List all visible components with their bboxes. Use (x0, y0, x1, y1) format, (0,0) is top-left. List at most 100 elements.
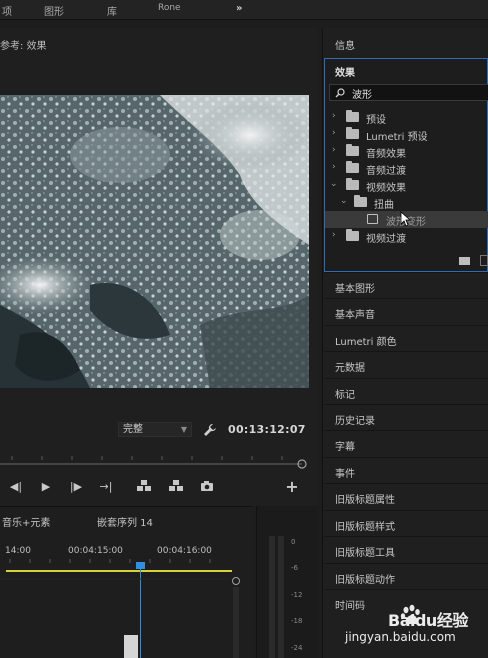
program-monitor: 参考: 效果 完整 ▼ 00:13:12:07 ◀| ▶ |▶ →| + (0, 28, 318, 506)
meter-label: -12 (291, 591, 303, 599)
panel-label: 历史记录 (335, 416, 375, 427)
audio-meter: 0 -6 -12 -18 -24 (256, 506, 318, 658)
more-workspaces-icon[interactable]: » (236, 3, 242, 14)
play-icon[interactable]: ▶ (38, 478, 54, 494)
baidu-watermark: Baidu经验 jingyan.baidu.com (340, 604, 488, 658)
new-item-icon[interactable] (480, 255, 488, 266)
add-button-icon[interactable]: + (284, 477, 300, 496)
go-to-out-icon[interactable]: →| (98, 478, 114, 494)
tree-item-video-effects[interactable]: ⌄ 视频效果 (325, 177, 488, 194)
timeline-ruler[interactable] (0, 559, 252, 658)
insert-icon[interactable] (136, 478, 152, 494)
monitor-title: 参考: 效果 (0, 41, 47, 52)
panel-essential-graphics[interactable]: 基本图形 (324, 272, 488, 298)
panel-history[interactable]: 历史记录 (324, 404, 488, 430)
chevron-right-icon: › (332, 162, 336, 172)
panel-events[interactable]: 事件 (324, 457, 488, 483)
mouse-cursor-icon (400, 211, 412, 227)
effect-icon (367, 214, 378, 224)
timeline-tab-nested-sequence[interactable]: 嵌套序列 14 (97, 514, 153, 529)
panel-metadata[interactable]: 元数据 (324, 351, 488, 377)
folder-icon (346, 127, 359, 139)
panel-label: 事件 (335, 469, 355, 480)
time-mark: 00:04:15:00 (68, 546, 123, 556)
panel-label: 基本图形 (335, 284, 375, 295)
tree-item-audio-effects[interactable]: › 音频效果 (325, 143, 488, 160)
panel-label: 字幕 (335, 442, 355, 453)
panel-label: 元数据 (335, 363, 365, 374)
info-panel-title[interactable]: 信息 (335, 37, 355, 52)
effects-panel-title[interactable]: 效果 (335, 64, 355, 79)
chevron-right-icon: › (332, 145, 336, 155)
overwrite-icon[interactable] (168, 478, 184, 494)
panel-label: 旧版标题动作 (335, 575, 395, 586)
meter-channel-right (278, 536, 284, 658)
chevron-right-icon: › (332, 128, 336, 138)
meter-label: 0 (291, 538, 296, 546)
tree-item-presets[interactable]: › 预设 (325, 109, 488, 126)
meter-label: -18 (291, 617, 303, 625)
tree-item-label: 视频效果 (366, 183, 406, 194)
panel-label: 标记 (335, 390, 355, 401)
panel-label: 基本声音 (335, 310, 375, 321)
tree-item-label: 音频效果 (366, 149, 406, 160)
folder-icon (346, 178, 359, 190)
search-query: 波形 (352, 90, 372, 101)
tree-item-wave-warp[interactable]: 波形变形 (325, 211, 488, 228)
watermark-brand: Baidu经验 (388, 611, 468, 630)
panel-legacy-title-actions[interactable]: 旧版标题动作 (324, 563, 488, 589)
folder-icon (354, 195, 367, 207)
panel-label: 旧版标题工具 (335, 548, 395, 559)
panel-legacy-title-styles[interactable]: 旧版标题样式 (324, 510, 488, 536)
menu-item-project[interactable]: 项 (2, 3, 12, 18)
watermark-url: jingyan.baidu.com (345, 630, 456, 644)
panel-label: 旧版标题样式 (335, 522, 395, 533)
folder-icon (346, 144, 359, 156)
tree-item-label: Lumetri 预设 (366, 132, 428, 143)
menu-item-libraries[interactable]: 库 (107, 3, 117, 18)
panel-label: Lumetri 颜色 (335, 337, 397, 348)
fit-dropdown[interactable]: 完整 ▼ (118, 422, 192, 437)
chevron-down-icon: ⌄ (330, 179, 338, 189)
tree-item-audio-transitions[interactable]: › 音频过渡 (325, 160, 488, 177)
chevron-right-icon: › (332, 111, 336, 121)
transport-controls: ◀| ▶ |▶ →| + (0, 477, 310, 496)
panel-legacy-title-properties[interactable]: 旧版标题属性 (324, 483, 488, 509)
meter-channel-left (269, 536, 275, 658)
timeline-panel: 音乐+元素 嵌套序列 14 14:00 00:04:15:00 00:04:16… (0, 506, 252, 658)
meter-label: -6 (291, 564, 298, 572)
tree-item-label: 视频过渡 (366, 234, 406, 245)
tree-item-video-transitions[interactable]: › 视频过渡 (325, 228, 488, 245)
meter-label: -24 (291, 644, 303, 652)
camera-icon[interactable] (199, 478, 215, 494)
panel-captions[interactable]: 字幕 (324, 430, 488, 456)
fit-value: 完整 (123, 424, 143, 435)
folder-icon (346, 110, 359, 122)
tree-item-lumetri-presets[interactable]: › Lumetri 预设 (325, 126, 488, 143)
panel-markers[interactable]: 标记 (324, 378, 488, 404)
folder-icon (346, 229, 359, 241)
panel-essential-sound[interactable]: 基本声音 (324, 298, 488, 324)
step-forward-icon[interactable]: |▶ (68, 478, 84, 494)
effects-panel: 效果 波形 › 预设 › Lumetri 预设 › 音频效果 › 音频过渡 ⌄ … (324, 58, 488, 272)
search-icon (335, 88, 345, 98)
playback-scrubber[interactable] (0, 456, 307, 470)
time-mark: 14:00 (5, 546, 31, 556)
wrench-icon[interactable] (203, 423, 217, 437)
panel-legacy-title-tools[interactable]: 旧版标题工具 (324, 536, 488, 562)
playhead-timecode[interactable]: 00:13:12:07 (228, 423, 306, 436)
menu-item-graphics[interactable]: 图形 (44, 3, 64, 18)
tree-item-label: 扭曲 (374, 200, 394, 211)
menu-item-rone[interactable]: Rone (158, 3, 181, 13)
tree-item-label: 音频过渡 (366, 166, 406, 177)
tree-item-distort[interactable]: ⌄ 扭曲 (325, 194, 488, 211)
new-bin-icon[interactable] (459, 257, 470, 265)
video-frame (0, 95, 309, 388)
effects-search-input[interactable]: 波形 (329, 84, 488, 101)
menu-bar: 项 图形 库 Rone » (0, 0, 488, 20)
panel-lumetri-color[interactable]: Lumetri 颜色 (324, 325, 488, 351)
panel-label: 旧版标题属性 (335, 495, 395, 506)
folder-icon (346, 161, 359, 173)
timeline-tab-music[interactable]: 音乐+元素 (2, 514, 50, 529)
step-back-icon[interactable]: ◀| (8, 478, 24, 494)
